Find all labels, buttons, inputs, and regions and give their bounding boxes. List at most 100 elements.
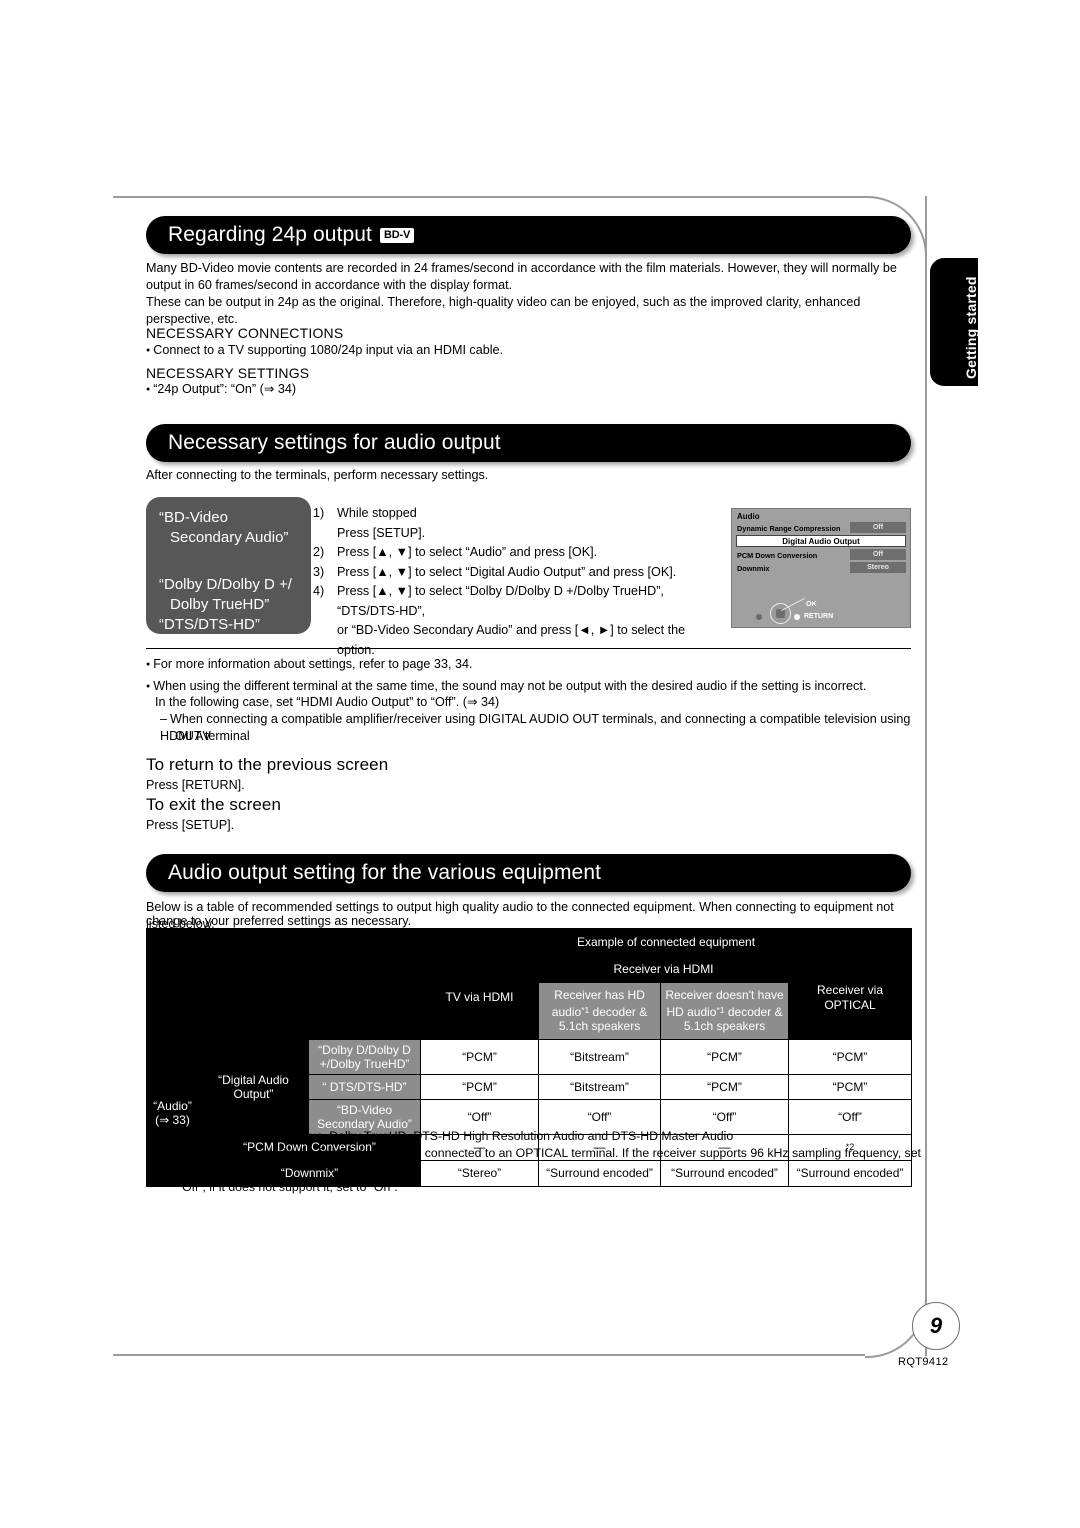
osd-row-digital-audio-output-selected[interactable]: Digital Audio Output bbox=[736, 535, 906, 547]
osd-remote-legend: OK RETURN bbox=[754, 597, 884, 624]
return-to-previous-screen-heading: To return to the previous screen bbox=[146, 755, 389, 774]
osd-row-downmix-value: Stereo bbox=[850, 562, 906, 573]
hdr-has-footnote-mark: *1 bbox=[581, 1004, 590, 1015]
necessary-connections-heading: NECESSARY CONNECTIONS bbox=[146, 325, 344, 341]
hdr-not-footnote-mark: *1 bbox=[716, 1004, 725, 1015]
section-heading-audio-output-various-equipment-text: Audio output setting for the various equ… bbox=[168, 861, 602, 884]
section-heading-24p-output-text: Regarding 24p output BD-V bbox=[168, 223, 415, 247]
necessary-settings-bullet: “24p Output”: “On” (⇒ 34) bbox=[146, 381, 846, 398]
manual-page: Getting started Regarding 24p output BD-V… bbox=[0, 0, 1080, 1528]
table-header-row-group: Example of connected equipment bbox=[145, 928, 913, 1040]
table-rowgroup-digital-audio-output: “Digital Audio Output” bbox=[198, 1039, 309, 1135]
cell-dolby-optical: “PCM” bbox=[788, 1039, 913, 1075]
section2-intro: After connecting to the terminals, perfo… bbox=[146, 468, 489, 482]
section-heading-audio-output-settings: Necessary settings for audio output bbox=[146, 424, 911, 462]
setup-step-3: 3) Press [▲, ▼] to select “Digital Audio… bbox=[313, 563, 713, 583]
rowgroup-dao-l1: “Digital Audio bbox=[218, 1072, 289, 1087]
rowlabel-dolby-l1: “Dolby D/Dolby D bbox=[318, 1042, 411, 1057]
cell-dts-tv: “PCM” bbox=[420, 1074, 540, 1100]
hdr-has-l2: audio bbox=[551, 1004, 582, 1019]
cell-dts-optical: “PCM” bbox=[788, 1074, 913, 1100]
section1-paragraph-1: Many BD-Video movie contents are recorde… bbox=[146, 261, 897, 292]
section-heading-audio-output-various-equipment: Audio output setting for the various equ… bbox=[146, 854, 911, 892]
callout-line-3: “Dolby D/Dolby D +/ bbox=[159, 576, 292, 593]
cell-dolby-receiver-no-hd: “PCM” bbox=[660, 1039, 790, 1075]
hdr-not-l2: HD audio bbox=[666, 1004, 717, 1019]
setup-step-2: 2) Press [▲, ▼] to select “Audio” and pr… bbox=[313, 543, 713, 563]
document-code: RQT9412 bbox=[898, 1356, 949, 1368]
table-header-example-of-connected-equipment: Example of connected equipment bbox=[420, 928, 913, 956]
section-heading-24p-output: Regarding 24p output BD-V bbox=[146, 216, 911, 254]
footnote-1-text: HD audio: Dolby Digital Plus, Dolby True… bbox=[168, 1129, 734, 1143]
section-heading-audio-output-settings-text: Necessary settings for audio output bbox=[168, 431, 501, 454]
page-frame-right-rule bbox=[925, 196, 927, 1356]
necessary-settings-heading: NECESSARY SETTINGS bbox=[146, 365, 310, 381]
callout-line-5: “DTS/DTS-HD” bbox=[159, 616, 260, 633]
setup-step-4-line-2: or “BD-Video Secondary Audio” and press … bbox=[337, 623, 686, 657]
osd-row-pcm-down-conversion[interactable]: PCM Down Conversion Off bbox=[736, 549, 906, 561]
rowgroup-dao-l2: Output” bbox=[233, 1087, 274, 1101]
callout-group-1: “BD-Video Secondary Audio” bbox=[159, 508, 288, 548]
necessary-connections-bullet: Connect to a TV supporting 1080/24p inpu… bbox=[146, 342, 846, 359]
footnote-2-line-2: “Off”; if it does not support it, set to… bbox=[178, 1180, 398, 1194]
osd-row-pcm-down-conversion-label: PCM Down Conversion bbox=[737, 551, 818, 560]
setup-step-2-number: 2) bbox=[313, 545, 325, 559]
hdr-has-l1: Receiver has HD bbox=[554, 988, 645, 1003]
table-header-receiver-has-hd-audio: Receiver has HD audio*1 decoder & 5.1ch … bbox=[538, 982, 662, 1040]
footnote-2-line-1: “PCM Down Conversion” is in effect only … bbox=[168, 1146, 921, 1177]
page-top-rule bbox=[113, 196, 865, 198]
footnote-2: *2 “PCM Down Conversion” is in effect on… bbox=[146, 1145, 921, 1196]
setup-step-3-line-1: Press [▲, ▼] to select “Digital Audio Ou… bbox=[337, 564, 677, 579]
note-bullet-1: For more information about settings, ref… bbox=[146, 656, 906, 673]
setup-step-1-line-2: Press [SETUP]. bbox=[337, 525, 426, 540]
setup-step-1-line-1: While stopped bbox=[337, 506, 417, 520]
hdr-not-l2b: decoder & bbox=[724, 1004, 783, 1019]
rowlabel-dolby-l2: +/Dolby TrueHD” bbox=[319, 1057, 410, 1071]
table-footnotes: *1 HD audio: Dolby Digital Plus, Dolby T… bbox=[146, 1128, 921, 1196]
osd-row-downmix-label: Downmix bbox=[737, 564, 770, 573]
hdr-not-l3: 5.1ch speakers bbox=[683, 1019, 766, 1034]
page-bottom-rule bbox=[113, 1354, 865, 1356]
osd-row-downmix[interactable]: Downmix Stereo bbox=[736, 562, 906, 574]
hdr-not-l1: Receiver doesn't have bbox=[665, 988, 784, 1003]
bd-v-badge: BD-V bbox=[380, 228, 415, 243]
cell-dolby-receiver-has-hd: “Bitstream” bbox=[538, 1039, 662, 1075]
osd-row-dynamic-range-compression[interactable]: Dynamic Range Compression Off bbox=[736, 522, 906, 534]
table-header-receiver-via-optical: Receiver via OPTICAL bbox=[788, 955, 913, 1040]
osd-title: Audio bbox=[737, 512, 760, 521]
hdr-has-l3: 5.1ch speakers bbox=[558, 1019, 641, 1034]
dot-right-icon bbox=[794, 614, 800, 620]
setup-step-1-number: 1) bbox=[313, 506, 325, 520]
table-rowlabel-dts: “ DTS/DTS-HD” bbox=[307, 1074, 422, 1100]
callout-group-2: “Dolby D/Dolby D +/ Dolby TrueHD” “DTS/D… bbox=[159, 575, 292, 635]
callout-line-2: Secondary Audio” bbox=[170, 529, 289, 546]
exit-the-screen-heading: To exit the screen bbox=[146, 795, 282, 814]
note-sub-dash-1-continued: OUT terminal bbox=[175, 729, 250, 743]
table-header-empty-corner bbox=[145, 928, 422, 1040]
hdr-has-l2b: decoder & bbox=[589, 1004, 648, 1019]
osd-return-label: RETURN bbox=[804, 613, 834, 620]
cell-dolby-tv: “PCM” bbox=[420, 1039, 540, 1075]
cell-dts-receiver-has-hd: “Bitstream” bbox=[538, 1074, 662, 1100]
footnote-1: *1 HD audio: Dolby Digital Plus, Dolby T… bbox=[146, 1128, 921, 1145]
table-header-receiver-no-hd-audio: Receiver doesn't have HD audio*1 decoder… bbox=[660, 982, 790, 1040]
callout-line-4: Dolby TrueHD” bbox=[170, 596, 270, 613]
setup-step-2-line-1: Press [▲, ▼] to select “Audio” and press… bbox=[337, 545, 598, 559]
setup-step-4-line-1: Press [▲, ▼] to select “Dolby D/Dolby D … bbox=[337, 584, 664, 618]
audio-settings-callout: “BD-Video Secondary Audio” “Dolby D/Dolb… bbox=[146, 497, 311, 634]
setup-step-4-number: 4) bbox=[313, 584, 325, 598]
section1-paragraph-2: These can be output in 24p as the origin… bbox=[146, 295, 861, 326]
footnote-1-mark: *1 bbox=[146, 1129, 158, 1143]
osd-row-dynamic-range-compression-value: Off bbox=[850, 522, 906, 533]
side-tab-label: Getting started bbox=[963, 276, 979, 379]
table-header-receiver-via-hdmi: Receiver via HDMI bbox=[538, 955, 790, 983]
osd-ok-label: OK bbox=[806, 601, 817, 608]
table-row-dolby: “Audio” (⇒ 33) “Digital Audio Output” “D… bbox=[146, 1039, 913, 1187]
osd-audio-menu: Audio Dynamic Range Compression Off Digi… bbox=[731, 508, 911, 628]
footnote-2-mark: *2 bbox=[146, 1146, 158, 1160]
setup-step-3-number: 3) bbox=[313, 564, 325, 579]
side-tab-getting-started: Getting started bbox=[930, 258, 979, 386]
callout-line-1: “BD-Video bbox=[159, 509, 228, 526]
note-bullet-2-continued: In the following case, set “HDMI Audio O… bbox=[155, 695, 500, 709]
page-number: 9 bbox=[912, 1302, 960, 1350]
